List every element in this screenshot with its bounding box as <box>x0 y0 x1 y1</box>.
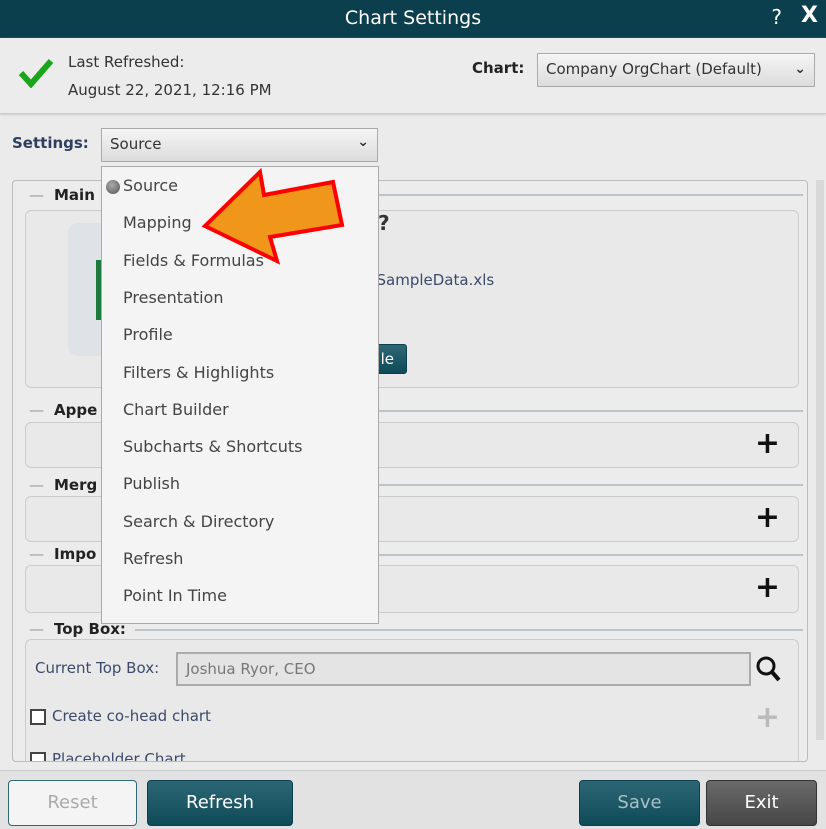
dropdown-option[interactable]: Subcharts & Shortcuts <box>123 437 303 456</box>
cohead-checkbox[interactable] <box>30 708 46 725</box>
dropdown-option[interactable]: Source <box>106 176 178 195</box>
placeholder-checkbox-row[interactable]: Placeholder Chart <box>30 750 186 761</box>
scrollbar[interactable] <box>816 180 824 740</box>
help-icon[interactable]: ? <box>771 5 782 29</box>
settings-select[interactable]: Source ⌄ <box>101 128 378 162</box>
last-refreshed-label: Last Refreshed: <box>68 53 185 71</box>
section-append-header[interactable]: — Appe <box>29 401 97 419</box>
save-button[interactable]: Save <box>579 780 700 826</box>
chart-select[interactable]: Company OrgChart (Default) ⌄ <box>537 53 815 87</box>
dropdown-option[interactable]: Filters & Highlights <box>123 363 274 382</box>
chevron-down-icon: ⌄ <box>357 134 369 150</box>
chart-select-value: Company OrgChart (Default) <box>546 60 762 78</box>
reset-button[interactable]: Reset <box>8 780 137 826</box>
chart-label: Chart: <box>472 59 525 77</box>
exit-button[interactable]: Exit <box>706 780 817 826</box>
chevron-down-icon: ⌄ <box>794 61 806 77</box>
dropdown-option[interactable]: Publish <box>123 474 180 493</box>
dropdown-option[interactable]: Fields & Formulas <box>123 251 264 270</box>
section-merge-header[interactable]: — Merg <box>29 476 97 494</box>
window-title: Chart Settings <box>344 7 482 29</box>
help-glyph: ? <box>378 211 390 235</box>
placeholder-checkbox[interactable] <box>30 751 46 761</box>
title-bar: Chart Settings ? X <box>0 0 826 38</box>
current-topbox-label: Current Top Box: <box>35 659 160 677</box>
topbox-box: Current Top Box: Joshua Ryor, CEO Create… <box>25 639 799 761</box>
search-icon[interactable] <box>756 656 782 684</box>
settings-dropdown-menu: Source Mapping Fields & Formulas Presentati… <box>101 166 379 624</box>
plus-icon[interactable]: + <box>755 573 780 603</box>
cohead-checkbox-row[interactable]: Create co-head chart <box>30 707 211 725</box>
section-import-header[interactable]: — Impo <box>29 545 96 563</box>
plus-icon-disabled: + <box>754 700 780 735</box>
section-main-header[interactable]: — Main <box>29 186 95 204</box>
refresh-button[interactable]: Refresh <box>147 780 293 826</box>
plus-icon[interactable]: + <box>755 503 780 533</box>
dropdown-option[interactable]: Presentation <box>123 288 223 307</box>
source-filename: _SampleData.xls <box>369 271 495 289</box>
dropdown-option[interactable]: Profile <box>123 325 173 344</box>
dropdown-option[interactable]: Refresh <box>123 549 183 568</box>
current-topbox-input[interactable]: Joshua Ryor, CEO <box>176 652 751 686</box>
dropdown-option[interactable]: Chart Builder <box>123 400 229 419</box>
last-refreshed-timestamp: August 22, 2021, 12:16 PM <box>68 81 272 99</box>
refresh-status-panel: Last Refreshed: August 22, 2021, 12:16 P… <box>0 38 826 114</box>
dropdown-option[interactable]: Point In Time <box>123 586 227 605</box>
checkmark-icon <box>18 59 54 88</box>
settings-select-value: Source <box>110 135 162 153</box>
close-icon[interactable]: X <box>801 3 818 28</box>
dropdown-option[interactable]: Search & Directory <box>123 512 274 531</box>
selected-bullet-icon <box>106 180 120 194</box>
dropdown-option[interactable]: Mapping <box>123 213 192 232</box>
settings-label: Settings: <box>12 134 89 152</box>
plus-icon[interactable]: + <box>755 429 780 459</box>
